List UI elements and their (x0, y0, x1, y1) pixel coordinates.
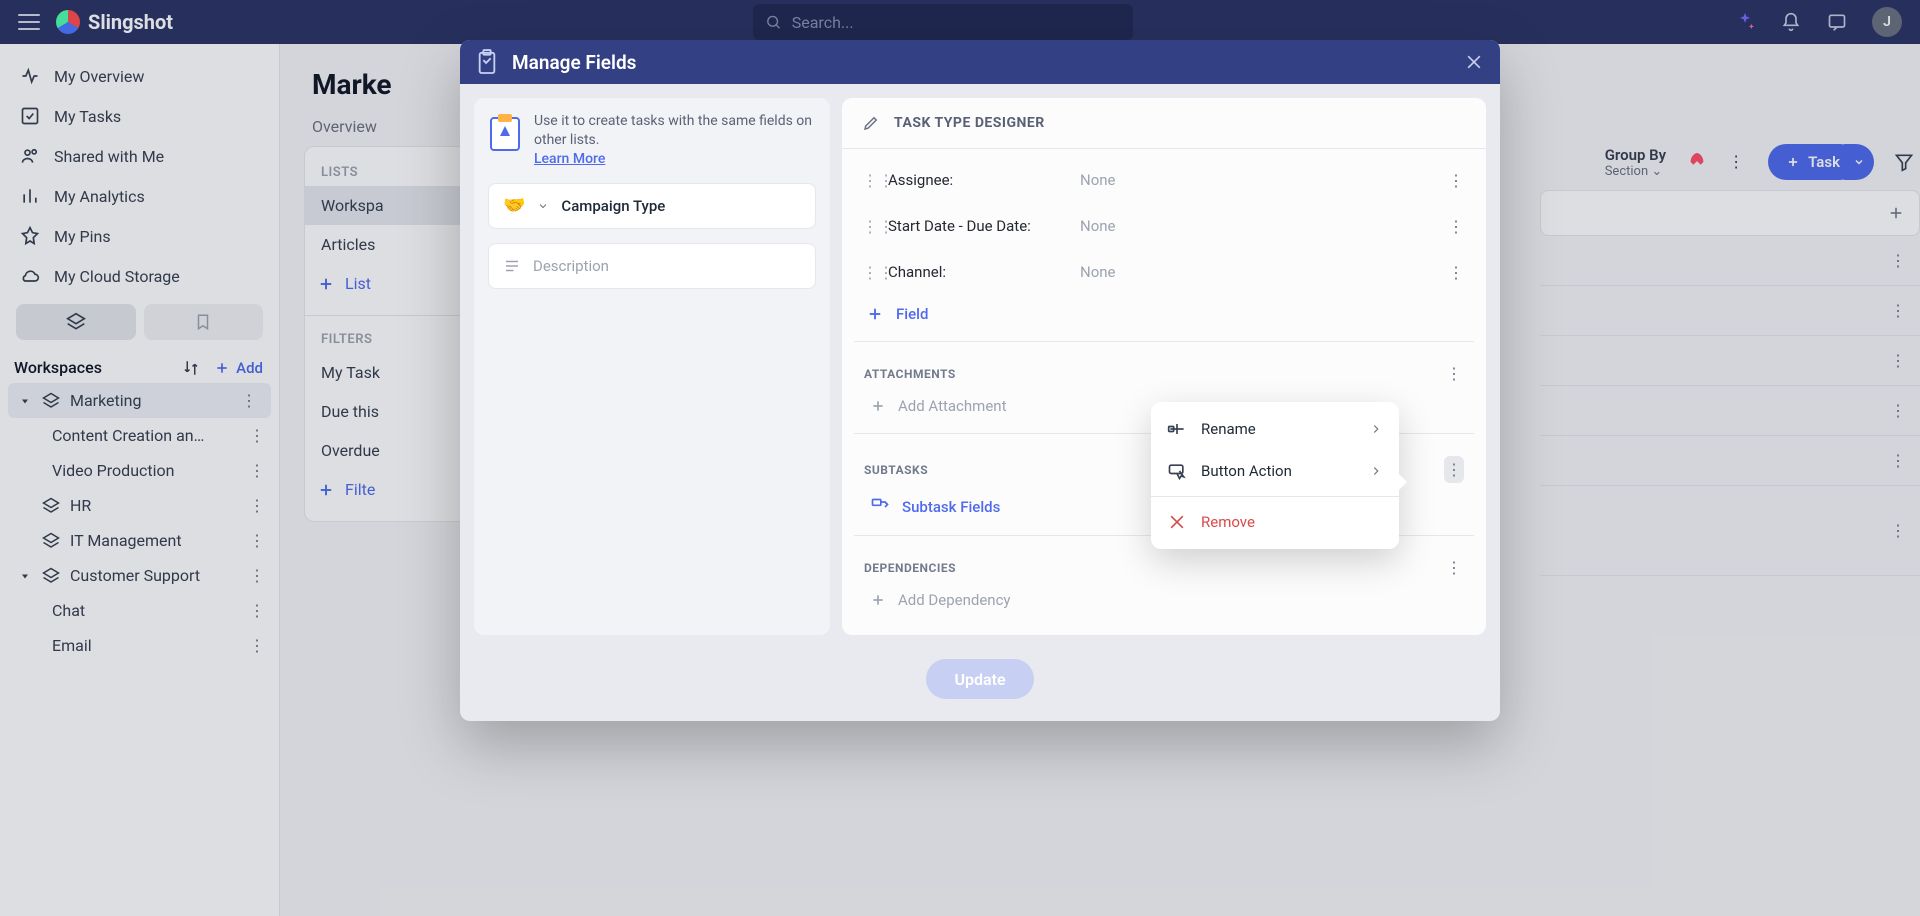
task-type-designer: TASK TYPE DESIGNER ⋮⋮ Assignee: None ⋮ ⋮… (842, 98, 1486, 635)
subtasks-title: SUBTASKS (864, 463, 928, 477)
drag-handle-icon[interactable]: ⋮⋮ (862, 217, 876, 236)
drag-handle-icon[interactable]: ⋮⋮ (862, 263, 876, 282)
description-field[interactable]: Description (488, 243, 816, 289)
add-field-label: Field (896, 305, 928, 323)
field-row-channel: ⋮⋮ Channel: None ⋮ (850, 249, 1478, 295)
field-label: Assignee: (888, 171, 1068, 189)
field-value[interactable]: None (1080, 171, 1116, 189)
ctx-rename[interactable]: Rename (1151, 408, 1399, 450)
ctx-remove-label: Remove (1201, 513, 1255, 531)
drag-handle-icon[interactable]: ⋮⋮ (862, 171, 876, 190)
modal-header: Manage Fields (460, 40, 1500, 84)
learn-more-link[interactable]: Learn More (534, 151, 605, 167)
designer-header: TASK TYPE DESIGNER (842, 98, 1486, 149)
modal-footer: Update (460, 649, 1500, 721)
add-dependency-label: Add Dependency (898, 591, 1011, 609)
close-icon (1167, 512, 1187, 532)
ctx-button-action[interactable]: Button Action (1151, 450, 1399, 492)
field-row-assignee: ⋮⋮ Assignee: None ⋮ (850, 157, 1478, 203)
field-more-icon[interactable]: ⋮ (1446, 263, 1466, 282)
plus-icon (870, 592, 886, 608)
pencil-icon[interactable] (862, 114, 880, 132)
context-menu: Rename Button Action Remove (1151, 402, 1399, 549)
plus-icon (866, 305, 884, 323)
designer-body: ⋮⋮ Assignee: None ⋮ ⋮⋮ Start Date - Due … (842, 149, 1486, 635)
add-field-button[interactable]: Field (850, 295, 1478, 333)
attachments-section: ATTACHMENTS ⋮ (850, 350, 1478, 387)
ctx-rename-label: Rename (1201, 420, 1256, 438)
subtask-icon (870, 497, 890, 517)
modal-body: Use it to create tasks with the same fie… (460, 84, 1500, 649)
section-more-icon[interactable]: ⋮ (1444, 456, 1464, 483)
field-value[interactable]: None (1080, 217, 1116, 235)
attachments-title: ATTACHMENTS (864, 367, 956, 381)
field-value[interactable]: None (1080, 263, 1116, 281)
manage-fields-modal: Manage Fields Use it to create tasks wit… (460, 40, 1500, 721)
dependencies-section: DEPENDENCIES ⋮ (850, 544, 1478, 581)
text-lines-icon (503, 257, 521, 275)
placeholder-text: Description (533, 257, 609, 275)
ctx-remove[interactable]: Remove (1151, 501, 1399, 543)
clipboard-icon (476, 49, 498, 75)
plus-icon (870, 398, 886, 414)
designer-title: TASK TYPE DESIGNER (894, 115, 1045, 131)
campaign-type-field[interactable]: 🤝 Campaign Type (488, 183, 816, 229)
clipboard-color-icon (488, 112, 522, 152)
ctx-action-label: Button Action (1201, 462, 1292, 480)
add-attachment-label: Add Attachment (898, 397, 1006, 415)
field-more-icon[interactable]: ⋮ (1446, 217, 1466, 236)
field-label: Start Date - Due Date: (888, 217, 1068, 235)
section-more-icon[interactable]: ⋮ (1444, 364, 1464, 383)
chevron-right-icon (1369, 422, 1383, 436)
rename-icon (1167, 419, 1187, 439)
cursor-click-icon (1167, 461, 1187, 481)
field-label: Channel: (888, 263, 1068, 281)
field-more-icon[interactable]: ⋮ (1446, 171, 1466, 190)
ctx-separator (1151, 496, 1399, 497)
intro-block: Use it to create tasks with the same fie… (488, 112, 816, 169)
update-button[interactable]: Update (926, 659, 1033, 699)
handshake-icon: 🤝 (503, 195, 525, 216)
close-icon[interactable] (1464, 52, 1484, 72)
subtask-fields-label: Subtask Fields (902, 498, 1000, 516)
add-dependency[interactable]: Add Dependency (850, 581, 1478, 619)
modal-title: Manage Fields (512, 51, 1450, 74)
chevron-right-icon (1369, 464, 1383, 478)
section-more-icon[interactable]: ⋮ (1444, 558, 1464, 577)
intro-text: Use it to create tasks with the same fie… (534, 113, 812, 148)
field-name: Campaign Type (561, 197, 665, 215)
dependencies-title: DEPENDENCIES (864, 561, 956, 575)
modal-left-pane: Use it to create tasks with the same fie… (474, 98, 830, 635)
chevron-down-icon (537, 200, 549, 212)
field-row-dates: ⋮⋮ Start Date - Due Date: None ⋮ (850, 203, 1478, 249)
